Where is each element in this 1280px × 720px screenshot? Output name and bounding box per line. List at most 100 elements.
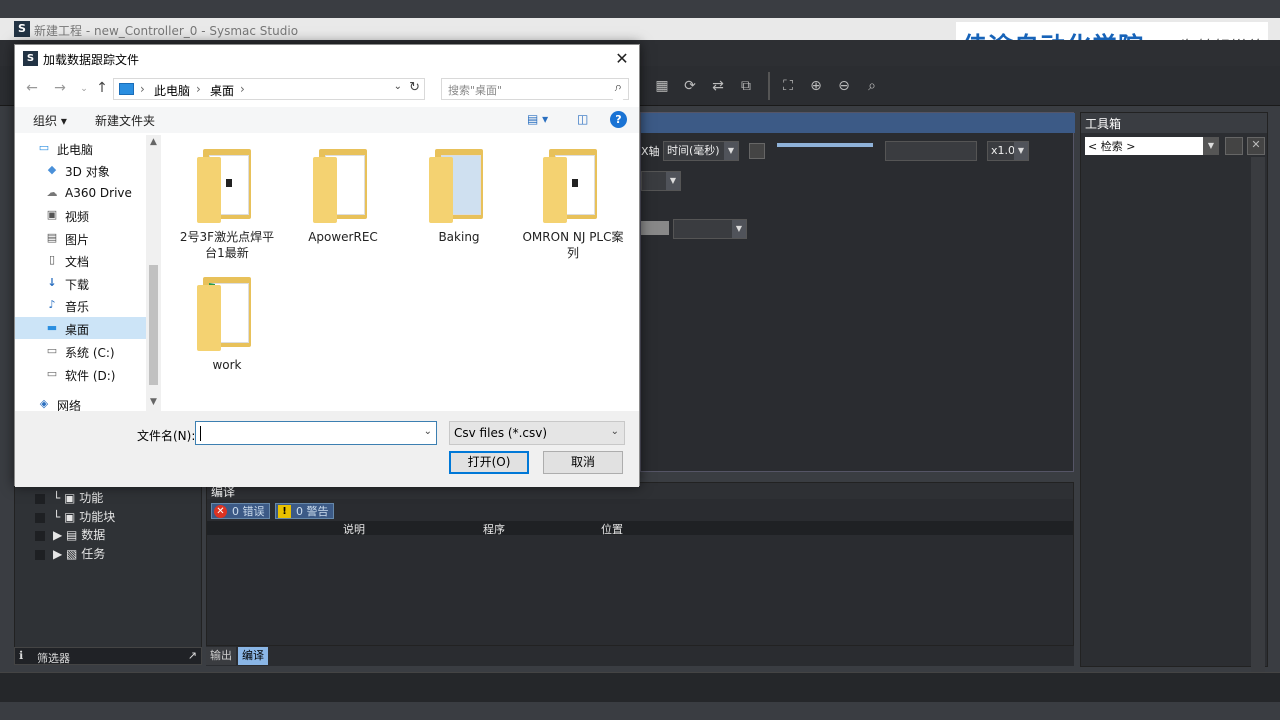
- refresh-icon[interactable]: ↻: [409, 80, 420, 95]
- tree-item-function-block[interactable]: └ ▣ 功能块: [35, 508, 115, 525]
- breadcrumb-desktop[interactable]: 桌面: [210, 82, 234, 99]
- nav-item-label: 3D 对象: [65, 165, 110, 179]
- nav-item-label: 音乐: [65, 300, 90, 314]
- tab-compile[interactable]: 编译: [238, 647, 268, 665]
- nav-item-label: 网络: [57, 399, 82, 411]
- nav-item-videos[interactable]: ▣ 视频: [15, 204, 146, 226]
- help-icon[interactable]: ?: [610, 111, 627, 128]
- video-icon: ▣: [46, 208, 58, 221]
- value-field[interactable]: [641, 221, 669, 235]
- nav-item-desktop[interactable]: ▬ 桌面: [15, 317, 146, 339]
- breadcrumb-separator: ›: [196, 82, 201, 96]
- trace-button[interactable]: [749, 143, 765, 159]
- scroll-up-icon[interactable]: ▲: [146, 137, 161, 147]
- filter-bar[interactable]: ℹ 筛选器 ↗: [14, 647, 202, 665]
- organize-menu[interactable]: 组织 ▾: [33, 112, 67, 129]
- column-description[interactable]: 说明: [343, 521, 365, 537]
- nav-item-drive-c[interactable]: ▭ 系统 (C:): [15, 340, 146, 362]
- copy-icon[interactable]: ▦: [652, 76, 672, 96]
- chevron-down-icon[interactable]: ⌄: [424, 426, 432, 437]
- nav-item-documents[interactable]: ▯ 文档: [15, 249, 146, 271]
- file-list: 2号3F激光点焊平台1最新 ApowerREC Baking OMRON NJ …: [161, 135, 639, 411]
- dialog-titlebar: S 加载数据跟踪文件 ✕: [15, 45, 639, 73]
- up-arrow-icon[interactable]: ↑: [93, 80, 111, 96]
- chevron-down-icon[interactable]: ⌄: [75, 84, 93, 94]
- warnings-filter-button[interactable]: ! 0 警告: [275, 503, 334, 519]
- nav-pane-scrollbar[interactable]: ▲ ▼: [146, 135, 161, 411]
- chevron-down-icon[interactable]: ⌄: [394, 81, 402, 92]
- nav-item-a360-drive[interactable]: ☁ A360 Drive: [15, 182, 146, 204]
- clear-icon[interactable]: ✕: [1247, 137, 1265, 155]
- tree-item-task[interactable]: ▶ ▧ 任务: [35, 545, 105, 562]
- nav-item-drive-d[interactable]: ▭ 软件 (D:): [15, 363, 146, 385]
- fit-icon[interactable]: ⛶: [778, 76, 798, 96]
- nav-item-music[interactable]: ♪ 音乐: [15, 294, 146, 316]
- variable-dropdown[interactable]: ▼: [673, 219, 747, 239]
- nav-item-pictures[interactable]: ▤ 图片: [15, 227, 146, 249]
- folder-item[interactable]: OMRON NJ PLC案列: [521, 135, 625, 261]
- nav-item-3d-objects[interactable]: ◆ 3D 对象: [15, 159, 146, 181]
- open-button[interactable]: 打开(O): [449, 451, 529, 474]
- column-program[interactable]: 程序: [483, 521, 505, 537]
- folder-name: work: [212, 358, 242, 372]
- scroll-down-icon[interactable]: ▼: [146, 397, 161, 407]
- errors-filter-button[interactable]: ✕ 0 错误: [211, 503, 270, 519]
- filetype-value: Csv files (*.csv): [454, 426, 548, 440]
- toolbox-search-input[interactable]: < 检索 >: [1085, 137, 1203, 155]
- chevron-down-icon: ▼: [724, 142, 738, 160]
- playback-controls[interactable]: [885, 141, 977, 161]
- new-folder-button[interactable]: 新建文件夹: [95, 112, 155, 129]
- folder-icon: [197, 149, 257, 223]
- tab-output[interactable]: 输出: [206, 647, 236, 665]
- search-input[interactable]: 搜索"桌面" ⌕: [441, 78, 629, 100]
- transfer-icon[interactable]: ⇄: [708, 76, 728, 96]
- column-position[interactable]: 位置: [601, 521, 623, 537]
- chevron-down-icon: ▼: [732, 220, 746, 238]
- close-icon[interactable]: ✕: [611, 48, 633, 70]
- folder-icon: [543, 149, 603, 223]
- errors-count: 0 错误: [232, 505, 265, 518]
- time-unit-dropdown[interactable]: 时间(毫秒) ▼: [663, 141, 739, 161]
- view-options-icon[interactable]: ▤ ▾: [527, 112, 548, 126]
- tree-item-label: 功能: [79, 491, 104, 505]
- computer-icon: [119, 83, 134, 95]
- expand-icon[interactable]: ↗: [188, 649, 197, 662]
- folder-item[interactable]: ApowerREC: [291, 135, 395, 261]
- folder-item[interactable]: Baking: [407, 135, 511, 261]
- nav-item-label: A360 Drive: [65, 186, 132, 200]
- refresh-icon[interactable]: ⟳: [680, 76, 700, 96]
- tree-item-function[interactable]: └ ▣ 功能: [35, 489, 103, 506]
- zoom-out-icon[interactable]: ⊖: [834, 76, 854, 96]
- nav-item-downloads[interactable]: ↓ 下载: [15, 272, 146, 294]
- address-bar[interactable]: › 此电脑 › 桌面 › ⌄ ↻: [113, 78, 425, 100]
- folder-item[interactable]: 2号3F激光点焊平台1最新: [175, 135, 279, 261]
- zoom-reset-icon[interactable]: ⌕: [862, 76, 882, 96]
- scroll-thumb[interactable]: [149, 265, 158, 385]
- nav-item-this-pc[interactable]: ▭ 此电脑: [15, 137, 146, 159]
- search-icon[interactable]: [1225, 137, 1243, 155]
- preview-pane-icon[interactable]: ◫: [577, 112, 588, 126]
- folder-icon: [313, 149, 373, 223]
- forward-arrow-icon[interactable]: →: [51, 80, 69, 96]
- folder-name: Baking: [438, 230, 480, 244]
- tree-item-label: 数据: [81, 528, 106, 542]
- toolbox-scrollbar[interactable]: [1251, 157, 1265, 683]
- zoom-in-icon[interactable]: ⊕: [806, 76, 826, 96]
- nav-item-network[interactable]: ◈ 网络: [15, 393, 146, 411]
- bottom-tab-bar: 输出 编译: [206, 646, 1074, 666]
- filename-input[interactable]: ⌄: [195, 421, 437, 445]
- tree-item-data[interactable]: ▶ ▤ 数据: [35, 526, 105, 543]
- filetype-select[interactable]: Csv files (*.csv) ⌄: [449, 421, 625, 445]
- scale-dropdown[interactable]: ▼: [641, 171, 681, 191]
- monitor-icon[interactable]: ⧉: [736, 76, 756, 96]
- multiview-explorer: └ ▣ 功能 └ ▣ 功能块 ▶ ▤ 数据 ▶ ▧ 任务: [14, 480, 202, 648]
- nav-item-label: 此电脑: [57, 143, 94, 157]
- breadcrumb-this-pc[interactable]: 此电脑: [154, 82, 190, 99]
- chevron-down-icon[interactable]: ▼: [1203, 137, 1219, 155]
- back-arrow-icon[interactable]: ←: [23, 80, 41, 96]
- zoom-slider[interactable]: [777, 143, 873, 147]
- app-title: 新建工程 - new_Controller_0 - Sysmac Studio: [34, 24, 299, 38]
- speed-dropdown[interactable]: x1.0 ▼: [987, 141, 1029, 161]
- folder-item[interactable]: work: [175, 263, 279, 389]
- cancel-button[interactable]: 取消: [543, 451, 623, 474]
